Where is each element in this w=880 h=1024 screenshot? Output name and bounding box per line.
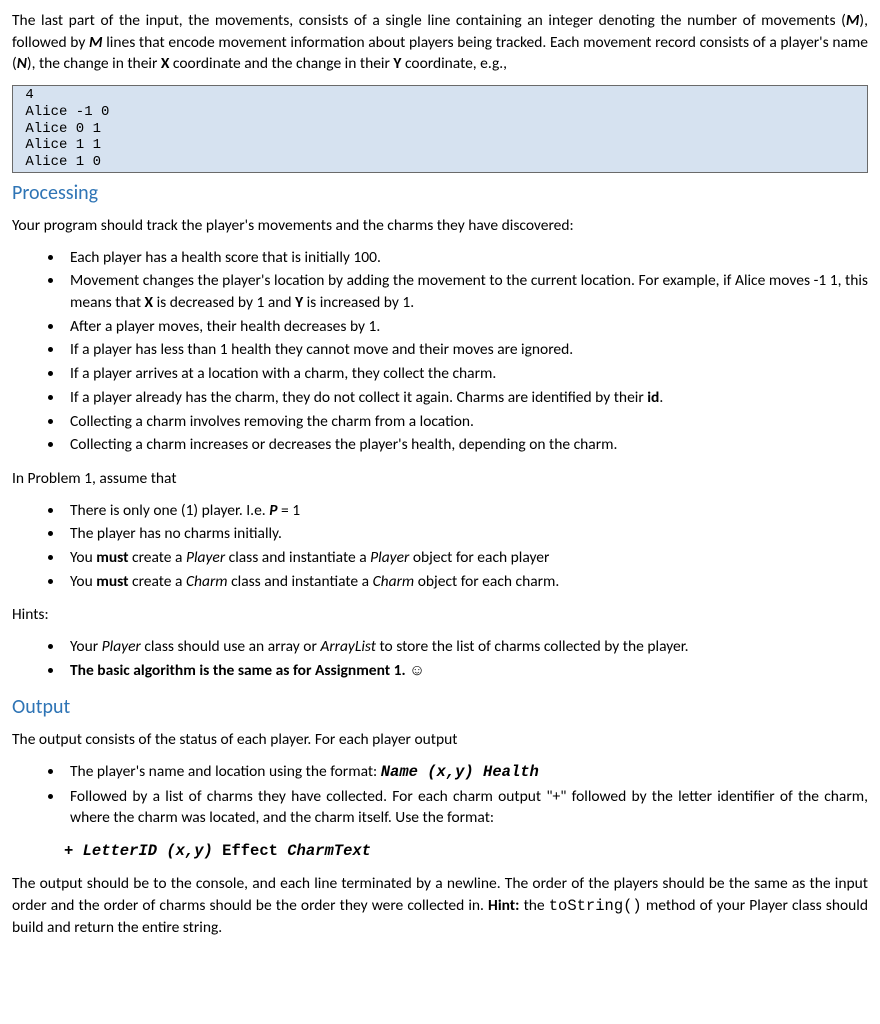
text: coordinate and the change in their	[169, 54, 393, 73]
inline-player: Player	[102, 637, 141, 656]
text: .	[659, 388, 663, 407]
text: the	[519, 896, 548, 915]
text: create a	[129, 548, 186, 567]
hints-label: Hints:	[12, 604, 868, 626]
inline-id: id	[647, 388, 659, 407]
text: The basic algorithm is the same as for A…	[70, 661, 409, 680]
text: create a	[129, 572, 186, 591]
text: is decreased by 1 and	[153, 293, 295, 312]
text: object for each charm.	[414, 572, 559, 591]
output-list: The player's name and location using the…	[12, 761, 868, 829]
param-n: N	[17, 54, 27, 73]
list-item: There is only one (1) player. I.e. P = 1	[64, 500, 868, 522]
list-item: Each player has a health score that is i…	[64, 247, 868, 269]
param-m: M	[846, 11, 860, 30]
text: You	[70, 548, 96, 567]
format-spec: Name (x,y) Health	[381, 763, 539, 781]
inline-y: Y	[295, 293, 303, 312]
list-item: Collecting a charm increases or decrease…	[64, 434, 868, 456]
list-item: The player has no charms initially.	[64, 523, 868, 545]
format-line: + LetterID (x,y) Effect CharmText	[64, 841, 868, 863]
text: If a player already has the charm, they …	[70, 388, 647, 407]
list-item: Your Player class should use an array or…	[64, 636, 868, 658]
inline-hint: Hint:	[488, 896, 519, 915]
text: = 1	[277, 501, 300, 520]
hints-list: Your Player class should use an array or…	[12, 636, 868, 681]
text: class and instantiate a	[225, 548, 370, 567]
intro-paragraph: The last part of the input, the movement…	[12, 10, 868, 75]
text: ), the change in their	[27, 54, 161, 73]
fmt-effect: Effect	[222, 842, 278, 860]
inline-charm: Charm	[186, 572, 228, 591]
fmt-charm: CharmText	[278, 842, 371, 860]
inline-charm: Charm	[373, 572, 415, 591]
processing-intro: Your program should track the player's m…	[12, 215, 868, 237]
list-item: If a player arrives at a location with a…	[64, 363, 868, 385]
text: is increased by 1.	[303, 293, 414, 312]
text: The last part of the input, the movement…	[12, 11, 846, 30]
problem1-list: There is only one (1) player. I.e. P = 1…	[12, 500, 868, 593]
inline-arraylist: ArrayList	[320, 637, 376, 656]
text: The player's name and location using the…	[70, 762, 381, 781]
inline-x: X	[145, 293, 154, 312]
problem1-intro: In Problem 1, assume that	[12, 468, 868, 490]
output-intro: The output consists of the status of eac…	[12, 729, 868, 751]
heading-processing: Processing	[12, 179, 868, 207]
list-item: Movement changes the player's location b…	[64, 270, 868, 313]
list-item: You must create a Charm class and instan…	[64, 571, 868, 593]
text: You	[70, 572, 96, 591]
fmt-prefix: + LetterID (x,y)	[64, 842, 222, 860]
inline-tostring: toString()	[549, 897, 642, 915]
smile-icon: ☺	[409, 662, 425, 679]
list-item: Collecting a charm involves removing the…	[64, 411, 868, 433]
code-example-movements: 4 Alice -1 0 Alice 0 1 Alice 1 1 Alice 1…	[12, 85, 868, 173]
param-m: M	[89, 33, 103, 52]
text: class and instantiate a	[228, 572, 373, 591]
text: There is only one (1) player. I.e.	[70, 501, 269, 520]
text: object for each player	[409, 548, 549, 567]
text: class should use an array or	[141, 637, 321, 656]
text: to store the list of charms collected by…	[376, 637, 689, 656]
inline-must: must	[96, 548, 128, 567]
list-item: After a player moves, their health decre…	[64, 316, 868, 338]
text: Your	[70, 637, 102, 656]
inline-player: Player	[370, 548, 409, 567]
list-item: If a player has less than 1 health they …	[64, 339, 868, 361]
text: coordinate, e.g.,	[401, 54, 507, 73]
list-item: Followed by a list of charms they have c…	[64, 786, 868, 829]
processing-list: Each player has a health score that is i…	[12, 247, 868, 456]
heading-output: Output	[12, 693, 868, 721]
list-item: If a player already has the charm, they …	[64, 387, 868, 409]
inline-must: must	[96, 572, 128, 591]
list-item: The player's name and location using the…	[64, 761, 868, 784]
list-item: The basic algorithm is the same as for A…	[64, 660, 868, 682]
list-item: You must create a Player class and insta…	[64, 547, 868, 569]
output-footer: The output should be to the console, and…	[12, 873, 868, 939]
inline-player: Player	[186, 548, 225, 567]
